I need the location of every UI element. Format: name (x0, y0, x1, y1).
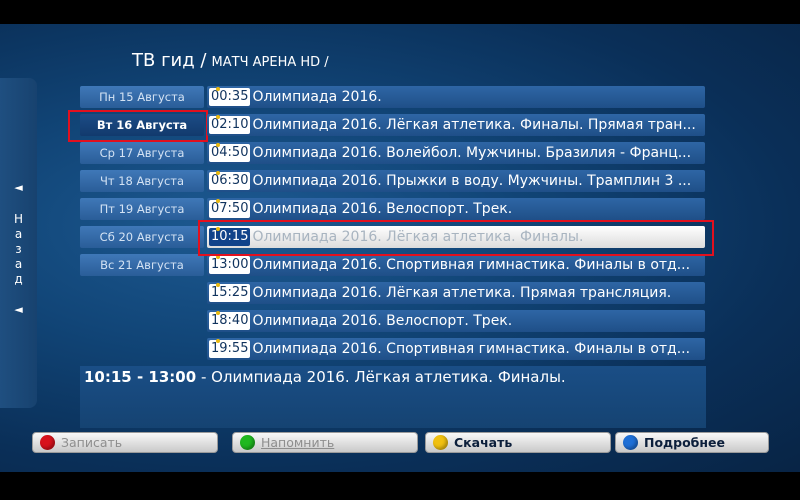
page-title: ТВ гид / МАТЧ АРЕНА HD / (132, 50, 329, 71)
details-button-label: Подробнее (644, 435, 725, 450)
program-time: 07:50 (209, 199, 251, 218)
program-time: 19:55 (209, 339, 251, 358)
program-title: Олимпиада 2016. Волейбол. Мужчины. Брази… (252, 145, 692, 161)
program-row[interactable]: 07:50 Олимпиада 2016. Велоспорт. Трек. (207, 198, 705, 220)
record-button-label: Записать (61, 435, 123, 450)
program-title: Олимпиада 2016. Спортивная гимнастика. Ф… (252, 341, 691, 357)
program-time: 15:25 (209, 283, 251, 302)
program-row[interactable]: 18:40 Олимпиада 2016. Велоспорт. Трек. (207, 310, 705, 332)
program-info-box: 10:15 - 13:00 - Олимпиада 2016. Лёгкая а… (80, 366, 706, 428)
program-title: Олимпиада 2016. (252, 89, 382, 105)
program-title: Олимпиада 2016. Спортивная гимнастика. Ф… (252, 257, 691, 273)
selected-day-highlight (68, 110, 208, 142)
left-arrow-icon: ◄ (14, 181, 23, 194)
program-title: Олимпиада 2016. Лёгкая атлетика. Финалы.… (252, 117, 696, 133)
day-item-fri-19[interactable]: Пт 19 Августа (80, 198, 204, 220)
program-info-title: - Олимпиада 2016. Лёгкая атлетика. Финал… (196, 368, 566, 386)
download-button[interactable]: Скачать (425, 432, 611, 453)
day-item-sat-20[interactable]: Сб 20 Августа (80, 226, 204, 248)
page-title-main: ТВ гид / (132, 50, 207, 71)
program-title: Олимпиада 2016. Лёгкая атлетика. Прямая … (252, 285, 672, 301)
tv-guide-screen: ТВ гид / МАТЧ АРЕНА HD / ◄ Н а з а д ◄ П… (0, 24, 800, 472)
program-row[interactable]: 06:30 Олимпиада 2016. Прыжки в воду. Мужч… (207, 170, 705, 192)
program-time: 04:50 (209, 143, 251, 162)
program-row[interactable]: 13:00 Олимпиада 2016. Спортивная гимнасти… (207, 254, 705, 276)
program-time: 06:30 (209, 171, 251, 190)
channel-name: МАТЧ АРЕНА HD / (211, 55, 329, 70)
day-item-thu-18[interactable]: Чт 18 Августа (80, 170, 204, 192)
remind-button[interactable]: Напомнить (232, 432, 418, 453)
program-row[interactable]: 02:10 Олимпиада 2016. Лёгкая атлетика. Фи… (207, 114, 705, 136)
program-time-range: 10:15 - 13:00 (84, 368, 197, 386)
day-item-wed-17[interactable]: Ср 17 Августа (80, 142, 204, 164)
program-row[interactable]: 04:50 Олимпиада 2016. Волейбол. Мужчины. … (207, 142, 705, 164)
download-button-label: Скачать (454, 435, 513, 450)
left-arrow-icon: ◄ (14, 303, 23, 316)
program-time: 02:10 (209, 115, 251, 134)
selected-program-highlight (198, 220, 714, 256)
program-time: 13:00 (209, 255, 251, 274)
program-time: 18:40 (209, 311, 251, 330)
red-circle-icon (40, 435, 55, 450)
day-item-mon-15[interactable]: Пн 15 Августа (80, 86, 204, 108)
blue-circle-icon (623, 435, 638, 450)
details-button[interactable]: Подробнее (615, 432, 769, 453)
program-title: Олимпиада 2016. Велоспорт. Трек. (252, 201, 513, 217)
program-title: Олимпиада 2016. Прыжки в воду. Мужчины. … (252, 173, 692, 189)
record-button[interactable]: Записать (32, 432, 218, 453)
program-row[interactable]: 00:35 Олимпиада 2016. (207, 86, 705, 108)
program-time: 00:35 (209, 87, 251, 106)
day-item-sun-21[interactable]: Вс 21 Августа (80, 254, 204, 276)
remind-button-label: Напомнить (261, 435, 335, 450)
program-row[interactable]: 19:55 Олимпиада 2016. Спортивная гимнасти… (207, 338, 705, 360)
program-row[interactable]: 15:25 Олимпиада 2016. Лёгкая атлетика. Пр… (207, 282, 705, 304)
program-title: Олимпиада 2016. Велоспорт. Трек. (252, 313, 513, 329)
yellow-circle-icon (433, 435, 448, 450)
back-label: Н а з а д (13, 212, 24, 286)
back-button[interactable]: ◄ Н а з а д ◄ (0, 78, 37, 408)
green-circle-icon (240, 435, 255, 450)
